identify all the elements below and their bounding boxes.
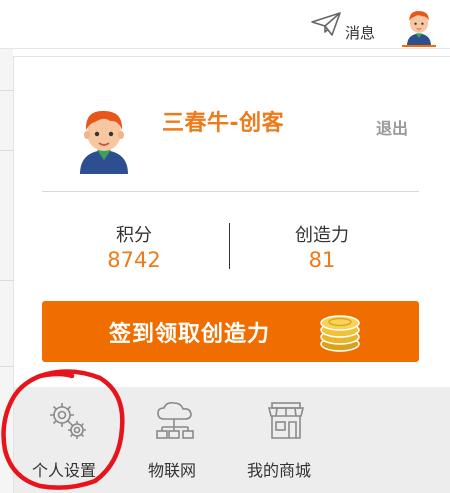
- checkin-label: 签到领取创造力: [109, 321, 271, 346]
- user-avatar: [80, 110, 128, 174]
- user-avatar-small[interactable]: [402, 6, 436, 46]
- menu-item-iot[interactable]: 物联网: [132, 387, 242, 493]
- menu-item-personal-settings[interactable]: 个人设置: [14, 387, 132, 493]
- menu-item-label: 物联网: [148, 461, 197, 480]
- page: 消息 三春牛-创客 退出 积分 8742 创造力 81 签到领取创造力 个人设置…: [0, 0, 450, 493]
- paper-plane-icon[interactable]: [310, 11, 342, 37]
- divider: [0, 150, 13, 151]
- logout-button[interactable]: 退出: [376, 115, 408, 139]
- points-value: 8742: [107, 248, 161, 272]
- points-label: 积分: [116, 225, 152, 246]
- menu-item-label: 我的商城: [247, 461, 312, 480]
- creativity-value: 81: [308, 248, 336, 272]
- menu-item-my-mall[interactable]: 我的商城: [242, 387, 362, 493]
- divider: [0, 280, 13, 281]
- divider: [0, 366, 13, 367]
- coins-icon: [320, 315, 360, 352]
- quick-menu: 个人设置 物联网 我的商城: [14, 387, 450, 493]
- messages-link[interactable]: 消息: [345, 22, 375, 43]
- points-stat[interactable]: 积分 8742: [74, 225, 194, 273]
- checkin-button[interactable]: 签到领取创造力: [42, 301, 419, 362]
- top-bar: 消息: [0, 0, 450, 49]
- storefront-icon: [267, 402, 305, 439]
- gears-icon: [50, 403, 86, 439]
- user-menu-popup: 三春牛-创客 退出 积分 8742 创造力 81 签到领取创造力 个人设置 物联…: [13, 56, 450, 493]
- cloud-network-icon: [156, 402, 194, 439]
- creativity-label: 创造力: [295, 225, 349, 246]
- divider: [42, 191, 419, 192]
- creativity-stat[interactable]: 创造力 81: [262, 225, 382, 273]
- stat-divider: [229, 223, 230, 269]
- username: 三春牛-创客: [162, 111, 285, 136]
- menu-item-label: 个人设置: [32, 461, 97, 480]
- divider: [0, 90, 13, 91]
- avatar-underline: [402, 45, 436, 47]
- background-page-strip: [0, 48, 13, 493]
